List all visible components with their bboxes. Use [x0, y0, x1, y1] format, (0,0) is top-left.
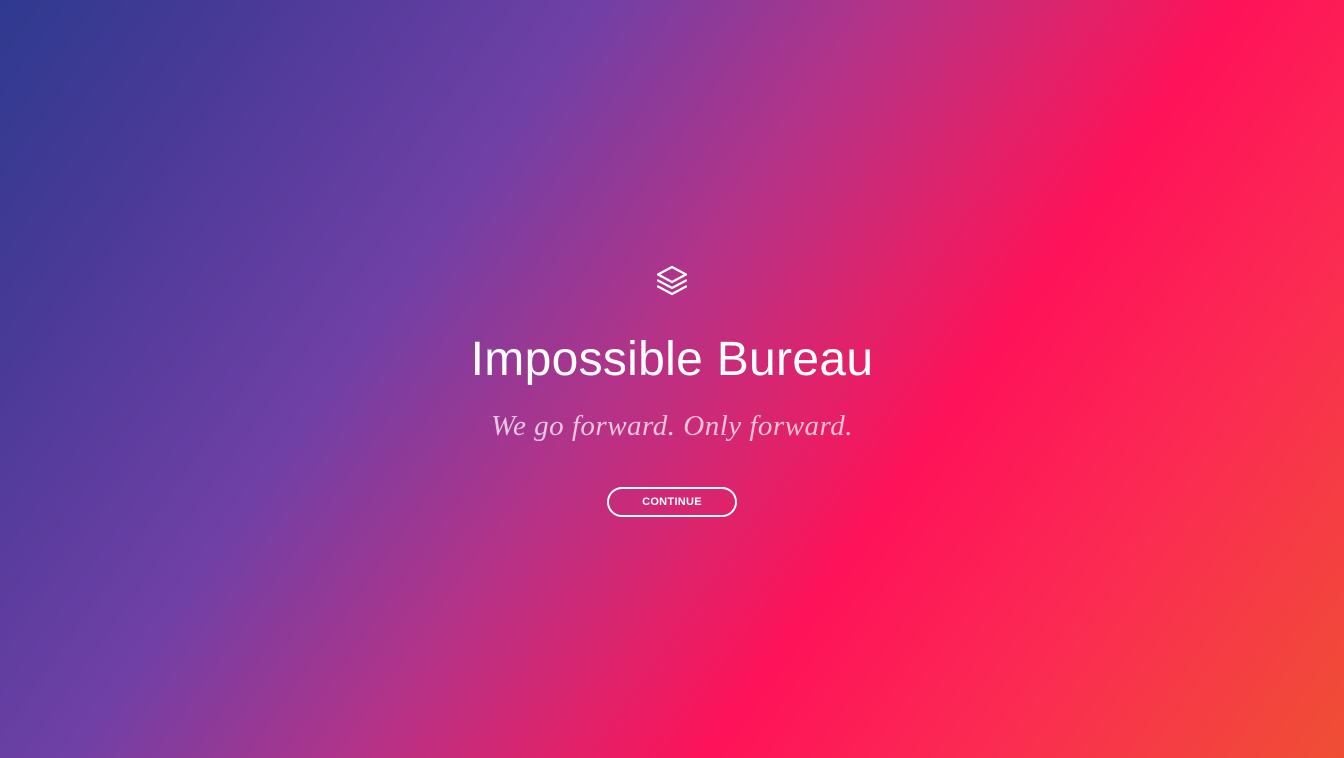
page-title: Impossible Bureau	[470, 333, 874, 386]
layers-icon	[655, 264, 689, 298]
hero-section: Impossible Bureau We go forward. Only fo…	[0, 0, 1344, 758]
continue-button[interactable]: CONTINUE	[607, 487, 737, 517]
tagline: We go forward. Only forward.	[490, 410, 854, 442]
